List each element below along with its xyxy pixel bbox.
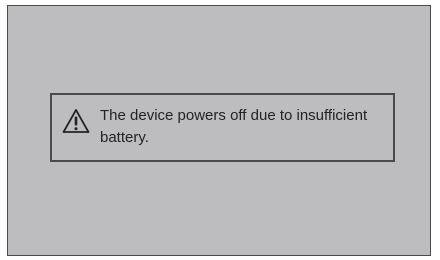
device-screen: The device powers off due to insufficien… — [7, 5, 431, 256]
low-battery-warning-dialog: The device powers off due to insufficien… — [50, 93, 395, 162]
warning-message: The device powers off due to insufficien… — [100, 107, 368, 146]
page: The device powers off due to insufficien… — [0, 0, 440, 260]
warning-triangle-icon — [62, 108, 90, 134]
